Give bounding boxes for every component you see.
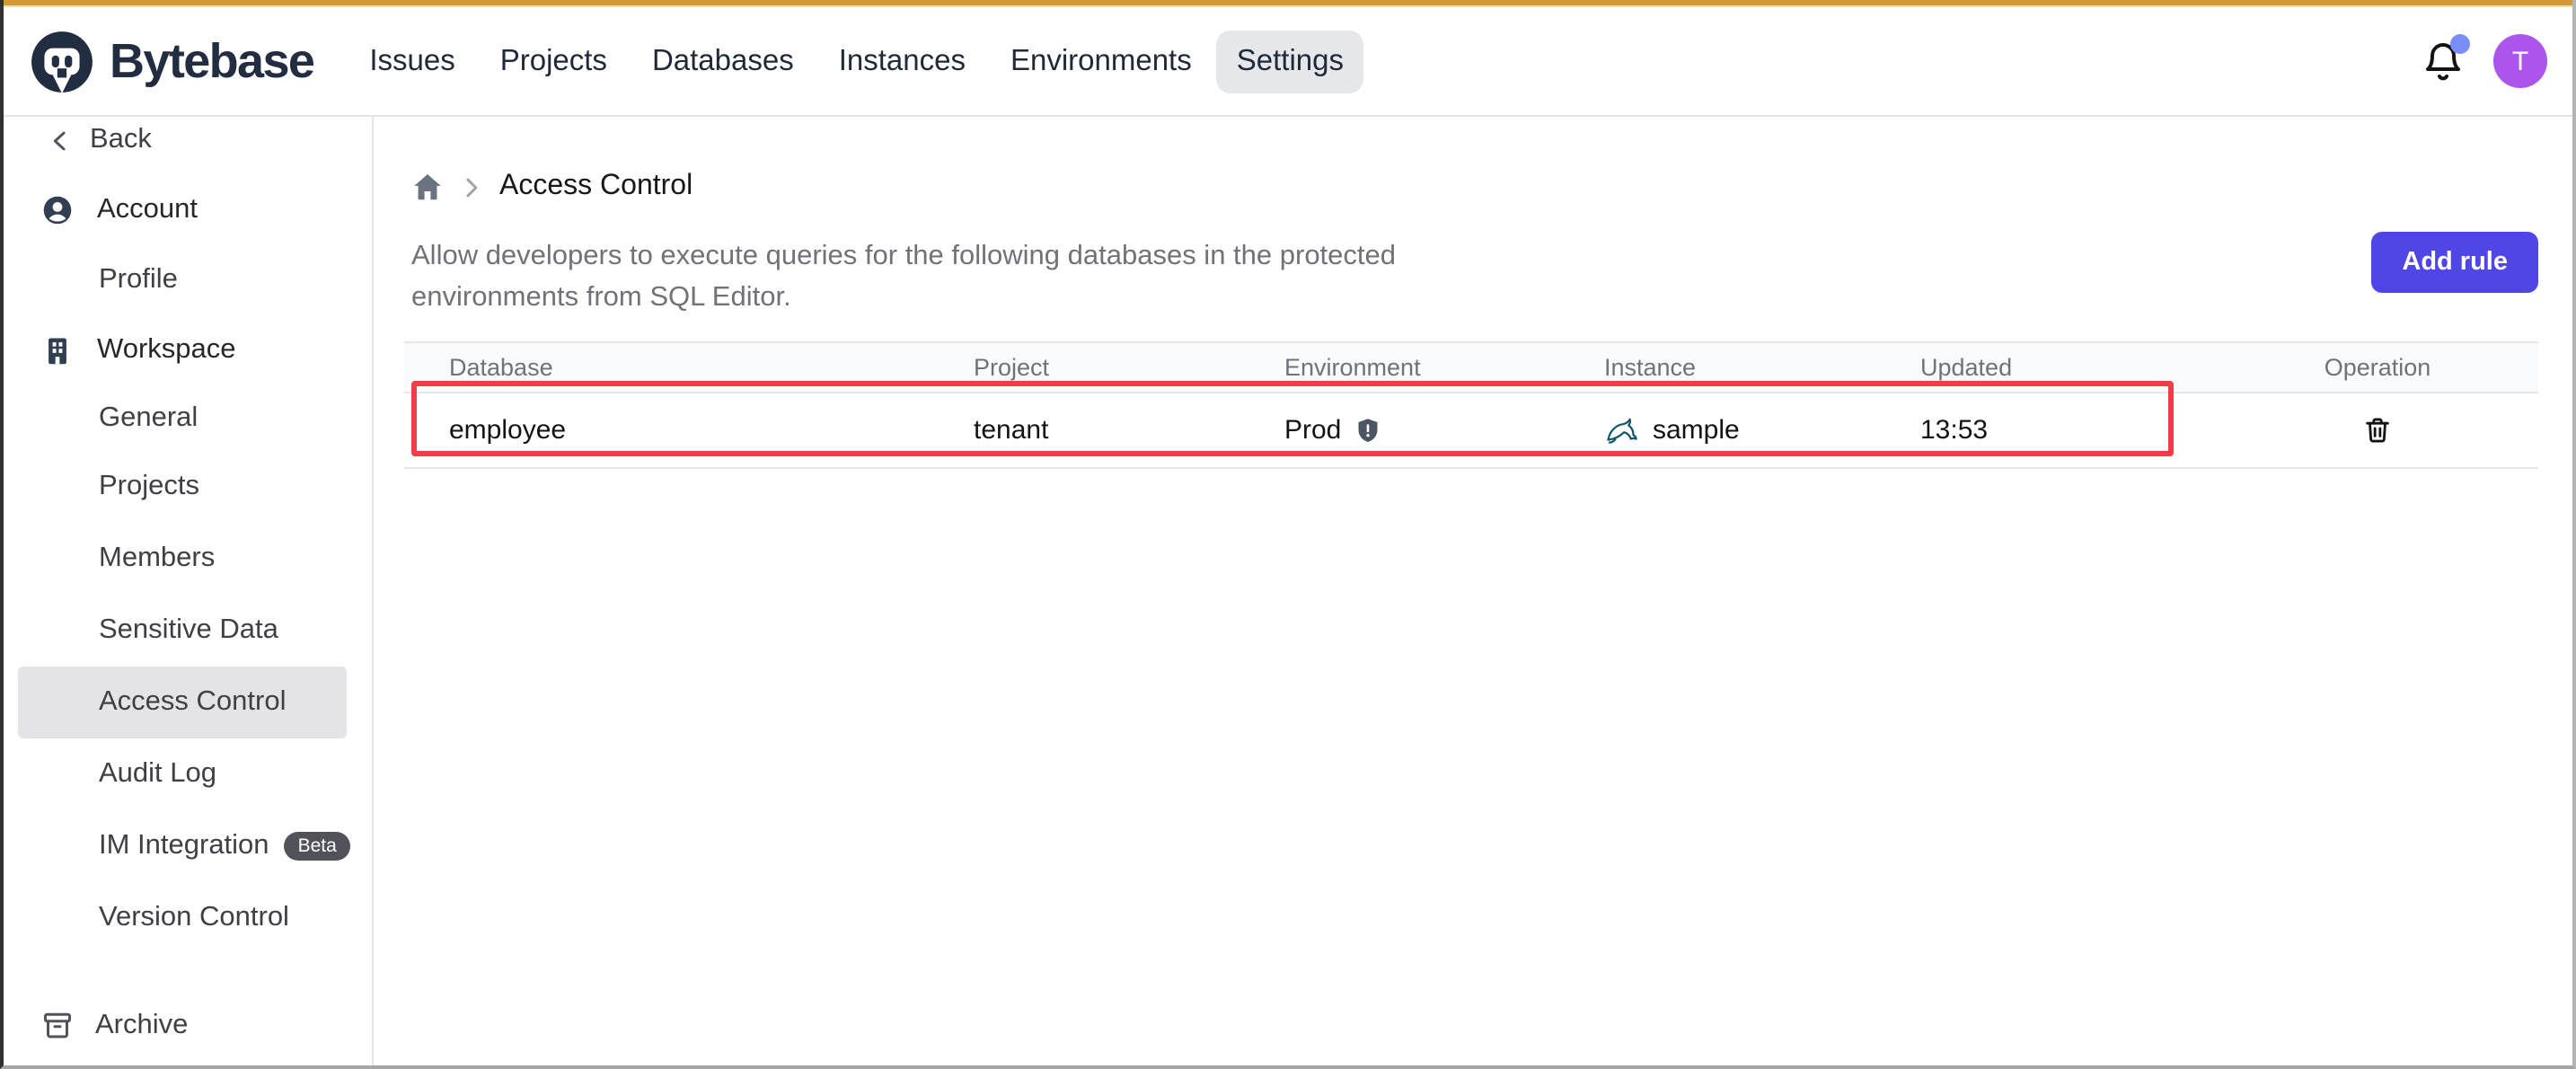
avatar[interactable]: T (2493, 34, 2547, 88)
cell-operation (2217, 411, 2538, 449)
column-header-project: Project (929, 354, 1239, 381)
delete-rule-button[interactable] (2359, 411, 2396, 449)
trash-icon (2362, 415, 2393, 446)
sidebar-item-label: IM Integration (99, 830, 269, 862)
cell-updated: 13:53 (1875, 415, 2217, 446)
main-content: Access Control Allow developers to execu… (374, 117, 2572, 1065)
screenshot-stage: Bytebase Issues Projects Databases Insta… (0, 0, 2576, 1069)
sidebar-item-label: Profile (99, 264, 178, 296)
top-accent-bar (4, 0, 2572, 7)
sidebar-section-account: Account (4, 174, 372, 246)
sidebar-item-label: Members (99, 543, 215, 575)
access-rules-table: Database Project Environment Instance Up… (404, 341, 2538, 469)
sidebar-item-im-integration[interactable]: IM Integration Beta (4, 810, 372, 882)
brand-wordmark: Bytebase (110, 33, 313, 89)
cell-project: tenant (929, 415, 1239, 446)
top-navbar: Bytebase Issues Projects Databases Insta… (4, 7, 2572, 117)
sidebar-item-label: Projects (99, 471, 199, 503)
bytebase-logo-icon (29, 28, 95, 94)
sidebar-item-general[interactable]: General (4, 386, 372, 451)
column-header-environment: Environment (1239, 354, 1559, 381)
settings-sidebar: Back Account Profile (4, 117, 374, 1065)
shield-exclamation-icon (1354, 417, 1381, 444)
sidebar-item-sensitive-data[interactable]: Sensitive Data (4, 595, 372, 667)
app-window: Bytebase Issues Projects Databases Insta… (0, 0, 2576, 1069)
brand-logo[interactable]: Bytebase (29, 28, 313, 94)
back-button[interactable]: Back (4, 117, 372, 174)
cell-environment: Prod (1239, 415, 1559, 446)
column-header-database: Database (404, 354, 929, 381)
column-header-updated: Updated (1875, 354, 2217, 381)
archive-icon (41, 1010, 74, 1042)
sidebar-section-workspace: Workspace (4, 314, 372, 386)
sidebar-item-projects[interactable]: Projects (4, 451, 372, 523)
section-label: Workspace (97, 334, 236, 367)
mysql-icon (1604, 415, 1640, 446)
sidebar-item-label: General (99, 402, 198, 435)
main-nav: Issues Projects Databases Instances Envi… (349, 30, 1363, 93)
sidebar-item-members[interactable]: Members (4, 523, 372, 595)
beta-badge: Beta (284, 833, 351, 861)
sidebar-item-access-control[interactable]: Access Control (18, 667, 347, 738)
sidebar-item-label: Version Control (99, 902, 289, 934)
back-label: Back (90, 124, 152, 156)
column-header-instance: Instance (1559, 354, 1875, 381)
chevron-left-icon (49, 128, 72, 152)
sidebar-item-label: Sensitive Data (99, 614, 278, 647)
navbar-right: T (2422, 34, 2547, 88)
environment-name: Prod (1284, 415, 1341, 446)
building-icon (41, 334, 74, 367)
notification-bell-button[interactable] (2422, 40, 2465, 83)
page-description: Allow developers to execute queries for … (404, 237, 1455, 318)
instance-name: sample (1653, 415, 1740, 446)
sidebar-item-profile[interactable]: Profile (4, 246, 372, 314)
archive-label: Archive (95, 1010, 188, 1042)
sidebar-item-version-control[interactable]: Version Control (4, 882, 372, 954)
sidebar-item-audit-log[interactable]: Audit Log (4, 738, 372, 810)
nav-item-environments[interactable]: Environments (991, 30, 1212, 93)
nav-item-databases[interactable]: Databases (632, 30, 814, 93)
breadcrumb: Access Control (404, 165, 2538, 208)
nav-item-settings[interactable]: Settings (1217, 30, 1363, 93)
column-header-operation: Operation (2217, 354, 2538, 381)
nav-item-instances[interactable]: Instances (819, 30, 985, 93)
table-header-row: Database Project Environment Instance Up… (404, 341, 2538, 393)
page-title: Access Control (499, 171, 693, 203)
cell-database: employee (404, 415, 929, 446)
user-circle-icon (41, 194, 74, 226)
notification-dot (2450, 34, 2470, 54)
sidebar-item-archive[interactable]: Archive (4, 990, 372, 1062)
sidebar-item-label: Access Control (99, 686, 286, 719)
add-rule-button[interactable]: Add rule (2371, 232, 2538, 293)
nav-item-projects[interactable]: Projects (481, 30, 627, 93)
chevron-right-icon (460, 175, 483, 199)
home-icon[interactable] (411, 171, 444, 203)
sidebar-item-label: Audit Log (99, 758, 216, 791)
cell-instance: sample (1559, 415, 1875, 446)
app-body: Back Account Profile (4, 117, 2572, 1065)
nav-item-issues[interactable]: Issues (349, 30, 474, 93)
section-label: Account (97, 194, 198, 226)
table-row: employee tenant Prod (404, 393, 2538, 469)
